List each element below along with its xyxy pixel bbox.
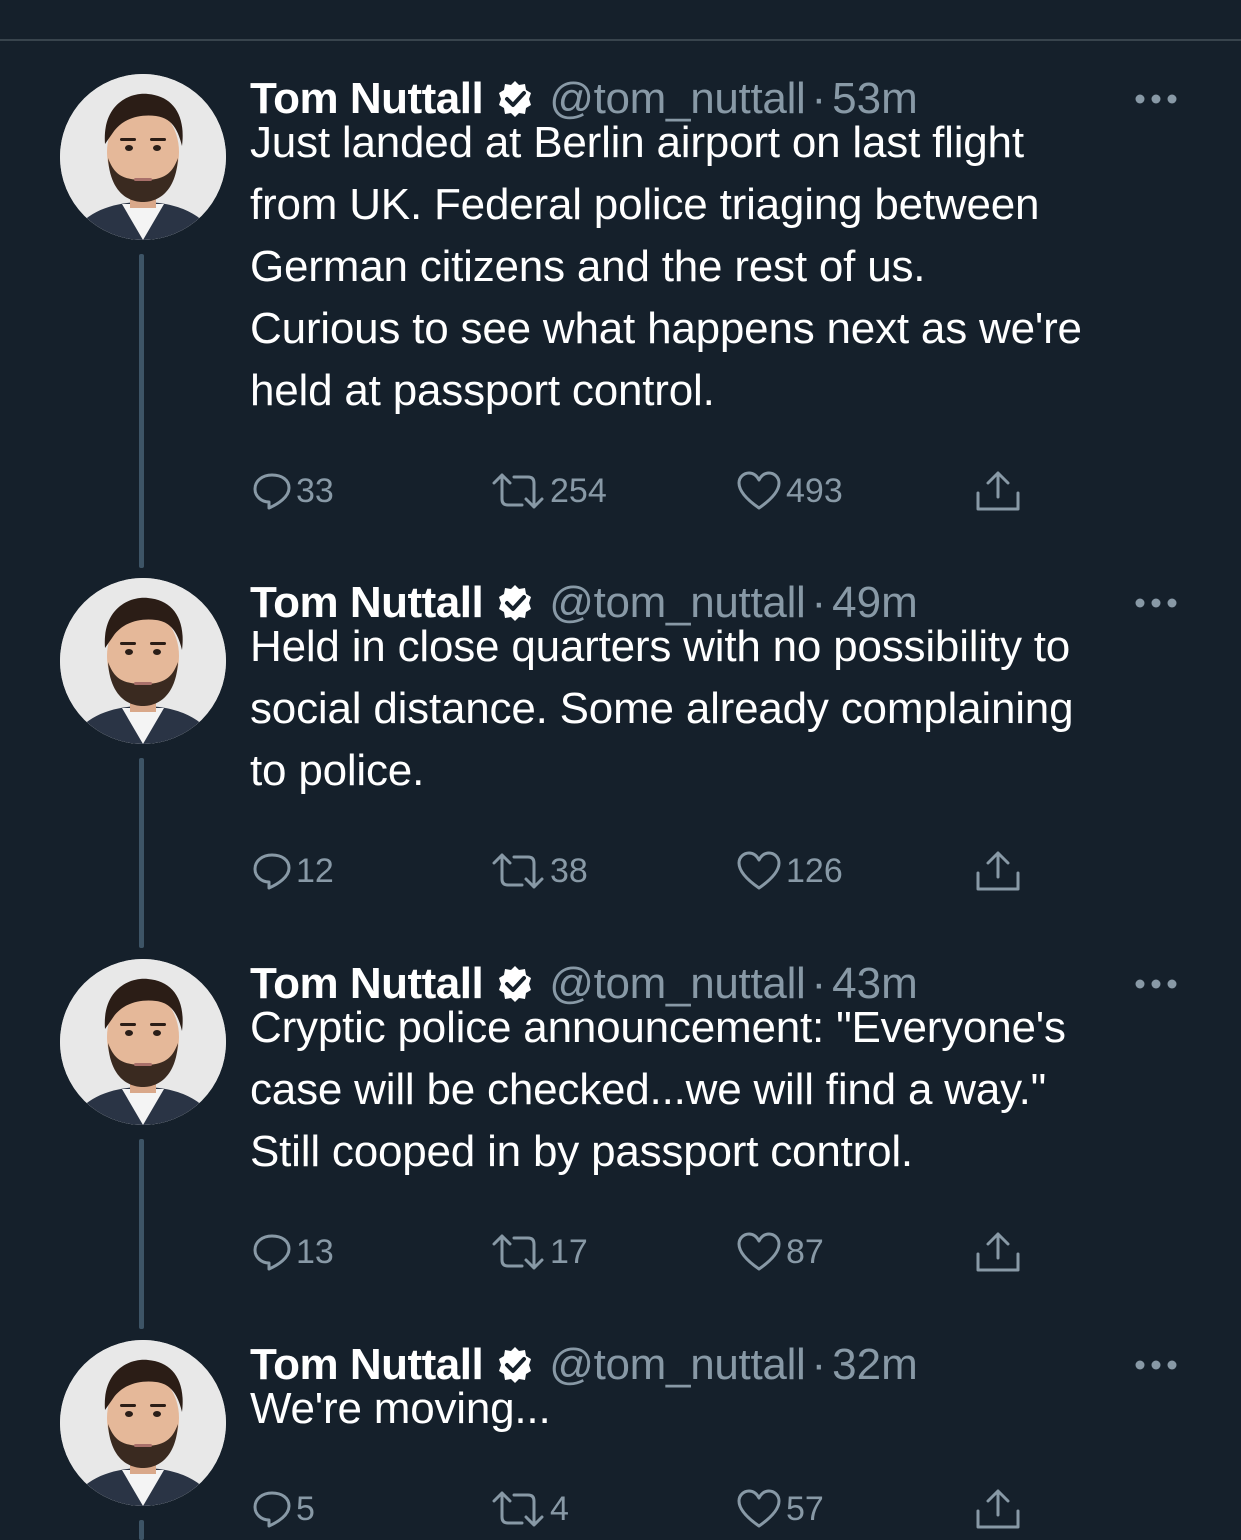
thread-line	[139, 1520, 144, 1540]
like-count: 126	[786, 851, 843, 890]
tweet-text: Cryptic police announcement: "Everyone's…	[250, 1003, 1066, 1176]
reply-count: 12	[296, 851, 334, 890]
share-icon	[974, 1487, 1022, 1531]
retweet-count: 4	[550, 1489, 569, 1528]
tweet-text: Just landed at Berlin airport on last fl…	[250, 118, 1082, 415]
retweet-icon	[490, 1489, 546, 1529]
share-icon	[974, 1230, 1022, 1274]
like-count: 87	[786, 1232, 824, 1271]
reply-count: 33	[296, 471, 334, 510]
share-button[interactable]	[974, 1227, 1022, 1277]
retweet-icon	[490, 1232, 546, 1272]
top-divider	[0, 39, 1241, 41]
retweet-button[interactable]: 17	[490, 1227, 588, 1277]
reply-icon	[252, 1232, 292, 1272]
retweet-count: 254	[550, 471, 607, 510]
avatar[interactable]	[60, 959, 226, 1125]
like-icon	[736, 851, 782, 891]
retweet-count: 38	[550, 851, 588, 890]
reply-button[interactable]: 12	[252, 846, 334, 896]
retweet-count: 17	[550, 1232, 588, 1271]
like-button[interactable]: 493	[736, 466, 843, 516]
retweet-button[interactable]: 254	[490, 466, 607, 516]
reply-icon	[252, 851, 292, 891]
avatar[interactable]	[60, 578, 226, 744]
thread-line	[139, 1139, 144, 1329]
like-button[interactable]: 87	[736, 1227, 824, 1277]
reply-icon	[252, 471, 292, 511]
retweet-button[interactable]: 38	[490, 846, 588, 896]
tweet-text: We're moving...	[250, 1384, 551, 1433]
retweet-icon	[490, 851, 546, 891]
retweet-icon	[490, 471, 546, 511]
tweet-actions: 13 17 87	[250, 1227, 1050, 1277]
share-button[interactable]	[974, 466, 1022, 516]
like-icon	[736, 1232, 782, 1272]
share-icon	[974, 849, 1022, 893]
reply-button[interactable]: 33	[252, 466, 334, 516]
share-button[interactable]	[974, 846, 1022, 896]
reply-icon	[252, 1489, 292, 1529]
like-icon	[736, 1489, 782, 1529]
avatar[interactable]	[60, 74, 226, 240]
tweet-text: Held in close quarters with no possibili…	[250, 622, 1074, 795]
like-count: 493	[786, 471, 843, 510]
thread-line	[139, 758, 144, 948]
like-count: 57	[786, 1489, 824, 1528]
reply-count: 5	[296, 1489, 315, 1528]
reply-count: 13	[296, 1232, 334, 1271]
reply-button[interactable]: 13	[252, 1227, 334, 1277]
tweet-actions: 33 254 493	[250, 466, 1050, 516]
share-icon	[974, 469, 1022, 513]
like-icon	[736, 471, 782, 511]
thread-line	[139, 254, 144, 568]
avatar[interactable]	[60, 1340, 226, 1506]
like-button[interactable]: 126	[736, 846, 843, 896]
tweet-actions: 12 38 126	[250, 846, 1050, 896]
